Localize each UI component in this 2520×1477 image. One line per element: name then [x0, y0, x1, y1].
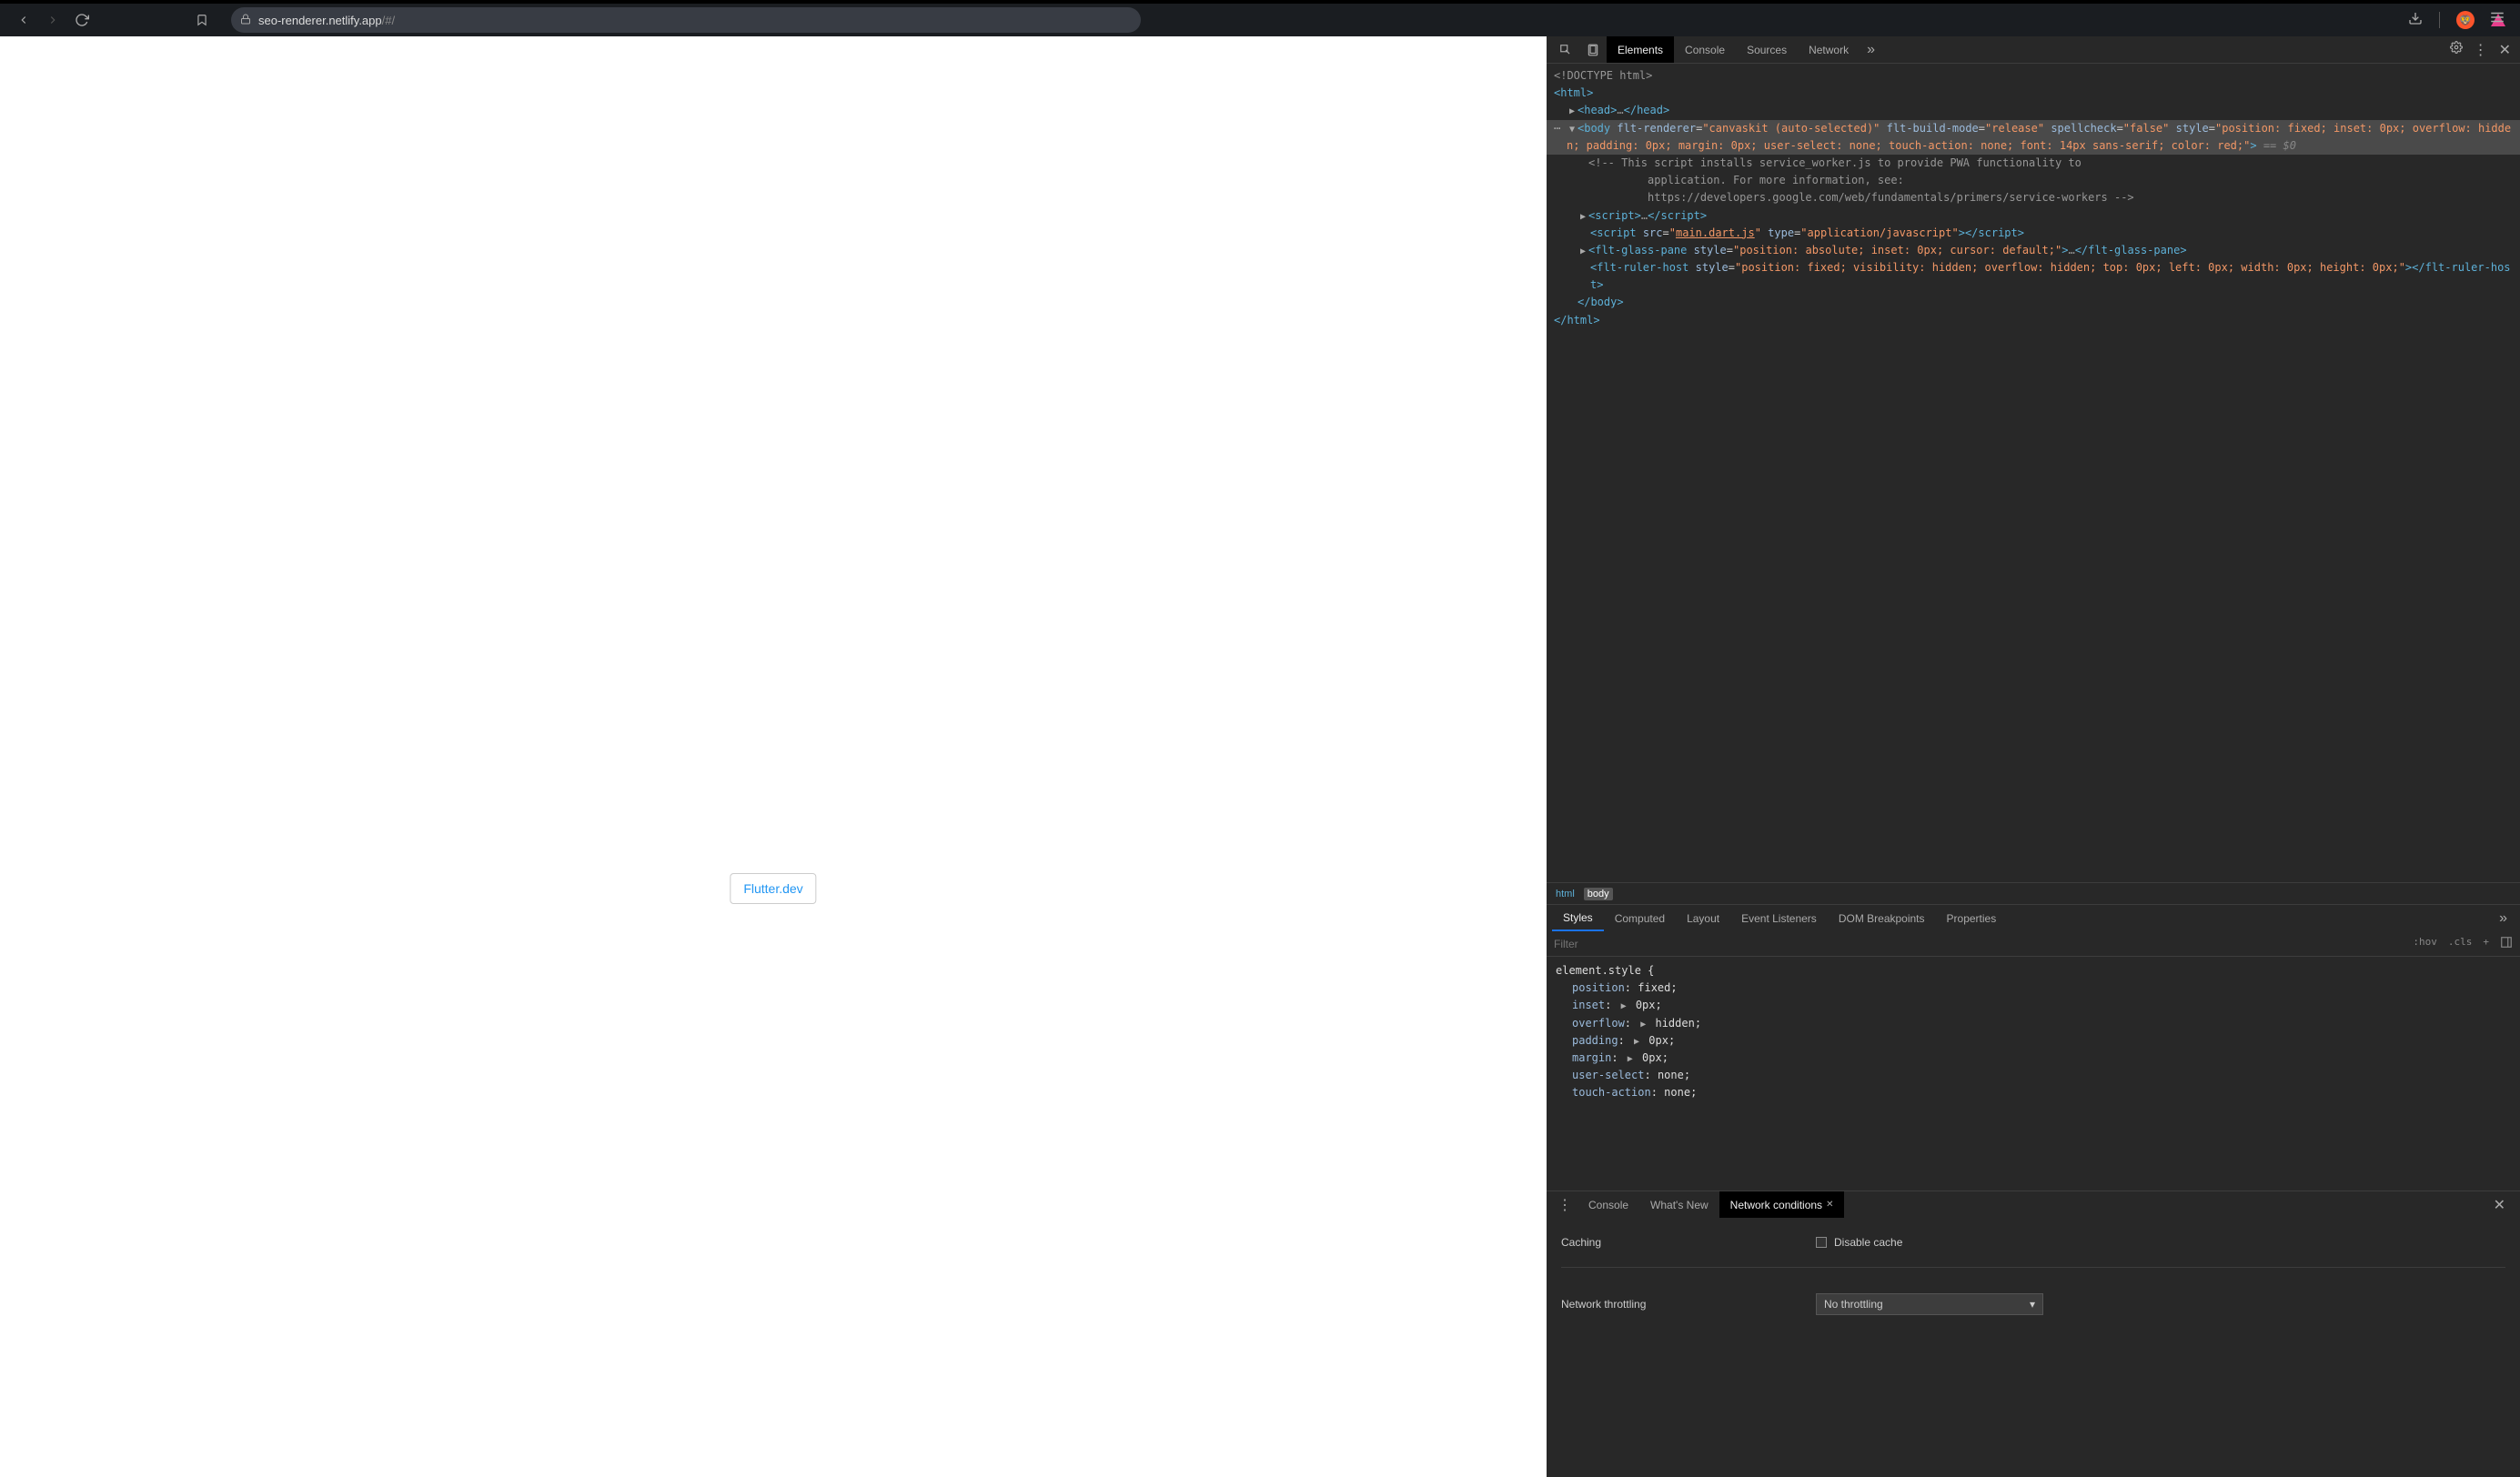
kebab-icon[interactable]: ⋮ — [2474, 41, 2488, 59]
chevron-down-icon: ▾ — [2030, 1298, 2035, 1311]
nav-forward-icon[interactable] — [44, 11, 62, 29]
close-drawer-icon[interactable]: ✕ — [2494, 1196, 2515, 1214]
css-selector: element.style { — [1556, 962, 2511, 980]
throttling-label: Network throttling — [1561, 1298, 1816, 1311]
devtools-tabs: Elements Console Sources Network » ⋮ ✕ — [1547, 36, 2520, 64]
styles-content[interactable]: element.style { position: fixed;inset: ▶… — [1547, 957, 2520, 1191]
drawer-network-conditions[interactable]: Network conditions✕ — [1719, 1191, 1845, 1218]
comment: <!-- This script installs service_worker… — [1588, 156, 2134, 204]
download-icon[interactable] — [2408, 11, 2423, 30]
css-prop[interactable]: margin: ▶ 0px; — [1556, 1050, 2511, 1067]
filter-input[interactable] — [1554, 938, 2413, 950]
page-viewport: Flutter.dev — [0, 36, 1547, 1477]
reload-icon[interactable] — [73, 11, 91, 29]
dom-tree[interactable]: <!DOCTYPE html> <html> ▶<head>…</head> ⋯… — [1547, 64, 2520, 882]
more-styles-tabs-icon[interactable]: » — [2492, 910, 2515, 927]
menu-icon[interactable] — [2489, 9, 2505, 30]
bookmark-icon[interactable] — [193, 11, 211, 29]
devtools: Elements Console Sources Network » ⋮ ✕ <… — [1547, 36, 2520, 1477]
stab-breakpoints[interactable]: DOM Breakpoints — [1828, 905, 1936, 931]
tab-sources[interactable]: Sources — [1736, 36, 1798, 63]
css-prop[interactable]: overflow: ▶ hidden; — [1556, 1015, 2511, 1032]
drawer-content: Caching Disable cache Network throttling… — [1547, 1218, 2520, 1477]
stab-listeners[interactable]: Event Listeners — [1730, 905, 1828, 931]
drawer-menu-icon[interactable]: ⋮ — [1552, 1196, 1578, 1214]
settings-icon[interactable] — [2450, 41, 2463, 59]
crumb-body[interactable]: body — [1584, 888, 1613, 900]
drawer-console[interactable]: Console — [1578, 1191, 1639, 1218]
tab-elements[interactable]: Elements — [1607, 36, 1674, 63]
throttling-select[interactable]: No throttling ▾ — [1816, 1293, 2043, 1315]
stab-computed[interactable]: Computed — [1604, 905, 1676, 931]
infinity-icon[interactable]: ∞ — [2459, 9, 2471, 30]
tab-network[interactable]: Network — [1798, 36, 1860, 63]
close-devtools-icon[interactable]: ✕ — [2499, 41, 2511, 59]
caching-label: Caching — [1561, 1236, 1816, 1249]
close-drawer-tab-icon[interactable]: ✕ — [1826, 1200, 1833, 1210]
lock-icon — [240, 14, 251, 27]
flutter-link[interactable]: Flutter.dev — [730, 873, 816, 904]
panel-icon[interactable] — [2500, 936, 2513, 951]
cls-button[interactable]: .cls — [2448, 936, 2473, 951]
url-text: seo-renderer.netlify.app/#/ — [258, 14, 395, 27]
crumb-html[interactable]: html — [1556, 889, 1575, 899]
css-prop[interactable]: inset: ▶ 0px; — [1556, 997, 2511, 1014]
separator — [2439, 12, 2440, 28]
css-prop[interactable]: position: fixed; — [1556, 980, 2511, 997]
stab-styles[interactable]: Styles — [1552, 905, 1604, 931]
css-prop[interactable]: padding: ▶ 0px; — [1556, 1032, 2511, 1050]
inspect-icon[interactable] — [1556, 40, 1576, 60]
hov-button[interactable]: :hov — [2413, 936, 2437, 951]
device-icon[interactable] — [1583, 40, 1603, 60]
css-prop[interactable]: touch-action: none; — [1556, 1084, 2511, 1101]
stab-layout[interactable]: Layout — [1676, 905, 1730, 931]
nav-back-icon[interactable] — [15, 11, 33, 29]
doctype: <!DOCTYPE html> — [1554, 69, 1652, 82]
more-tabs-icon[interactable]: » — [1860, 42, 1882, 58]
css-prop[interactable]: user-select: none; — [1556, 1067, 2511, 1084]
styles-tabs: Styles Computed Layout Event Listeners D… — [1547, 904, 2520, 931]
styles-filter-bar: :hov .cls + — [1547, 931, 2520, 957]
tab-console[interactable]: Console — [1674, 36, 1736, 63]
dom-breadcrumb: html body — [1547, 882, 2520, 904]
drawer-whatsnew[interactable]: What's New — [1639, 1191, 1719, 1218]
add-rule-button[interactable]: + — [2483, 936, 2489, 951]
disable-cache-label: Disable cache — [1834, 1236, 1902, 1249]
drawer-tabs: ⋮ Console What's New Network conditions✕… — [1547, 1191, 2520, 1218]
stab-properties[interactable]: Properties — [1936, 905, 2008, 931]
url-bar[interactable]: seo-renderer.netlify.app/#/ — [231, 7, 1141, 33]
disable-cache-checkbox[interactable] — [1816, 1237, 1827, 1248]
